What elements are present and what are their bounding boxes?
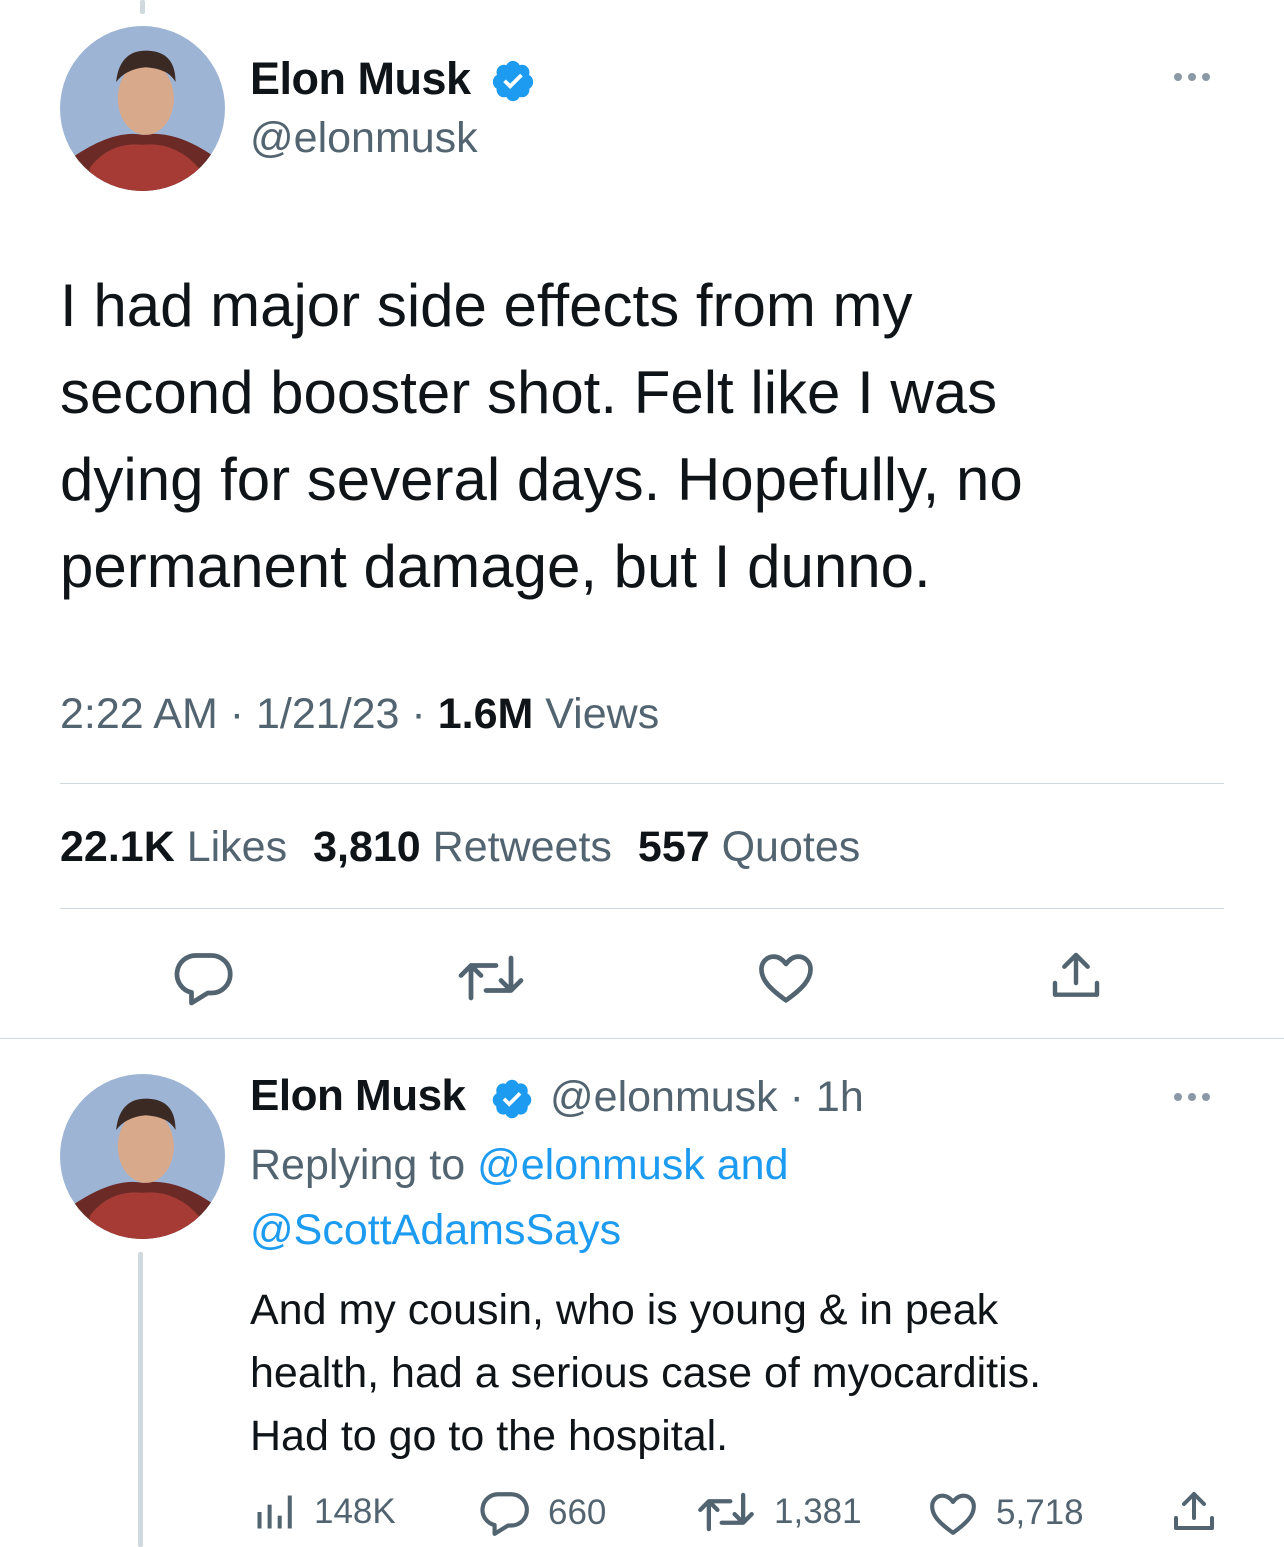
reply-handle-time: @elonmusk · 1h [550, 1073, 864, 1122]
author-handle[interactable]: @elonmusk [250, 114, 478, 163]
meta-separator: · [229, 690, 245, 738]
retweet-icon [698, 1492, 754, 1532]
verified-badge-icon [490, 58, 536, 104]
divider [60, 908, 1224, 909]
tweet-meta: 2:22 AM · 1/21/23 · 1.6M Views [60, 690, 659, 739]
more-options-icon[interactable] [1174, 1093, 1210, 1101]
views-icon [257, 1495, 292, 1529]
like-icon [930, 1493, 976, 1535]
quotes-stat[interactable]: 557 Quotes [638, 823, 860, 871]
like-count: 5,718 [996, 1493, 1084, 1532]
share-icon [1174, 1492, 1214, 1530]
share-action[interactable] [1170, 1488, 1218, 1536]
reply-author-name[interactable]: Elon Musk [250, 1071, 466, 1121]
reply-icon[interactable] [174, 950, 234, 1006]
verified-badge-icon [490, 1077, 534, 1121]
retweet-icon[interactable] [456, 952, 526, 1004]
views-count: 148K [314, 1492, 396, 1531]
retweet-count: 1,381 [774, 1492, 862, 1531]
reply-avatar[interactable] [60, 1074, 225, 1239]
tweet-text-line: I had major side effects from my [60, 272, 913, 339]
thread-line [138, 1252, 143, 1547]
reply-text-line: Had to go to the hospital. [250, 1412, 729, 1460]
tweet-text: I had major side effects from my second … [60, 262, 1023, 610]
likes-stat[interactable]: 22.1K Likes [60, 823, 287, 871]
author-name[interactable]: Elon Musk [250, 53, 471, 105]
tweet-text-line: permanent damage, but I dunno. [60, 533, 931, 600]
reply-action[interactable]: 660 [480, 1490, 606, 1536]
views-label: Views [545, 690, 660, 738]
replying-user-link[interactable]: @ScottAdamsSays [250, 1206, 621, 1254]
divider [60, 783, 1224, 784]
tweet-date[interactable]: 1/21/23 [256, 690, 399, 738]
reply-text-line: health, had a serious case of myocarditi… [250, 1349, 1042, 1397]
avatar-image [60, 26, 225, 191]
avatar-image [60, 1074, 225, 1239]
reply-icon [480, 1492, 529, 1536]
reply-text: And my cousin, who is young & in peak he… [250, 1279, 1041, 1468]
retweets-stat[interactable]: 3,810 Retweets [313, 823, 612, 871]
tweet-time[interactable]: 2:22 AM [60, 690, 218, 738]
tweet-text-line: second booster shot. Felt like I was [60, 359, 998, 426]
avatar[interactable] [60, 26, 225, 191]
views-count: 1.6M [437, 690, 534, 738]
replying-and[interactable]: and [717, 1141, 789, 1189]
like-icon[interactable] [756, 950, 816, 1004]
reply-author-handle[interactable]: @elonmusk [550, 1073, 778, 1121]
views-action[interactable]: 148K [252, 1490, 396, 1534]
replying-user-link[interactable]: @elonmusk [477, 1141, 705, 1189]
replying-prefix: Replying to [250, 1141, 466, 1189]
reply-text-line: And my cousin, who is young & in peak [250, 1286, 999, 1334]
retweet-action[interactable]: 1,381 [696, 1490, 862, 1534]
divider [0, 1038, 1284, 1039]
tweet-text-line: dying for several days. Hopefully, no [60, 446, 1023, 513]
reply-time[interactable]: · 1h [790, 1073, 864, 1121]
share-icon[interactable] [1048, 948, 1104, 1004]
thread-line-top [140, 0, 145, 14]
tweet-stats: 22.1K Likes 3,810 Retweets 557 Quotes [60, 823, 860, 872]
replying-to: Replying to @elonmusk and @ScottAdamsSay… [250, 1133, 788, 1263]
more-options-icon[interactable] [1174, 73, 1210, 81]
meta-separator: · [411, 690, 426, 738]
reply-count: 660 [548, 1493, 607, 1532]
like-action[interactable]: 5,718 [928, 1490, 1084, 1536]
